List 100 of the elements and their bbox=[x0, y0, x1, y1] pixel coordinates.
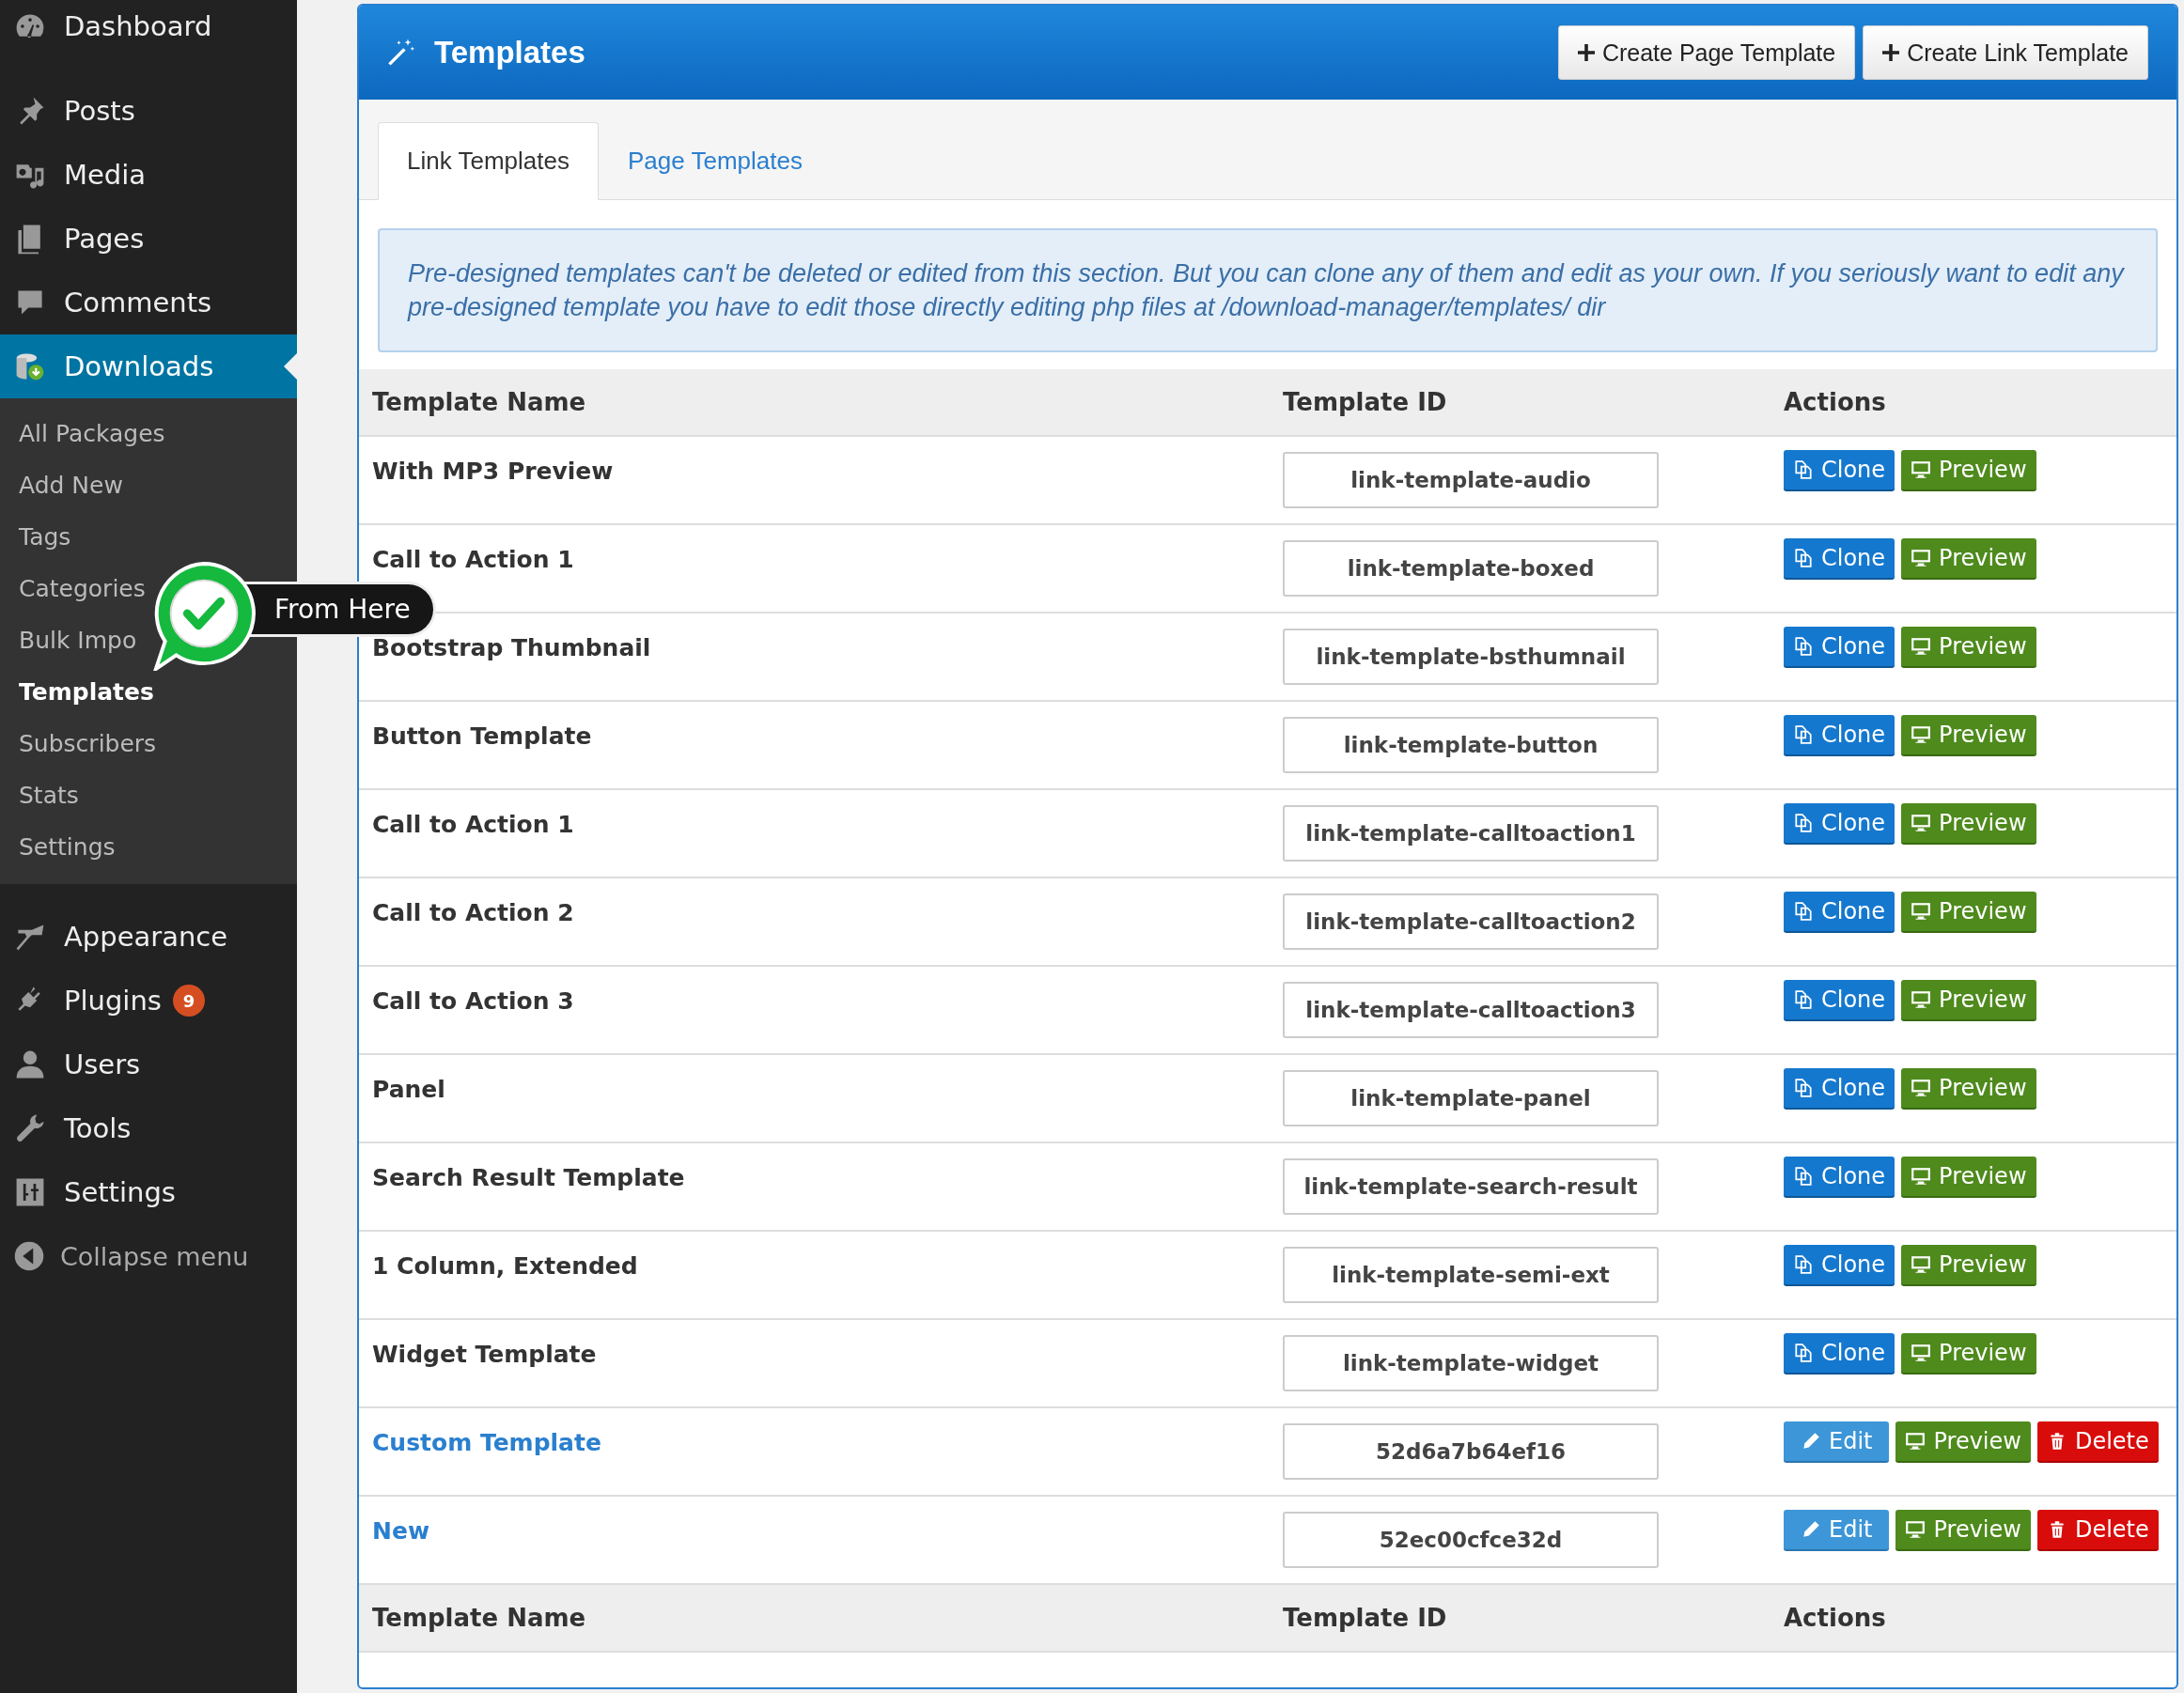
template-name: Call to Action 2 bbox=[372, 899, 574, 926]
clone-button[interactable]: Clone bbox=[1784, 538, 1895, 580]
template-name: Call to Action 3 bbox=[372, 987, 574, 1015]
menu-label: Settings bbox=[64, 1176, 176, 1208]
menu-label: Users bbox=[64, 1048, 141, 1080]
clone-button[interactable]: Clone bbox=[1784, 1068, 1895, 1110]
clone-button[interactable]: Clone bbox=[1784, 803, 1895, 845]
submenu-item[interactable]: Settings bbox=[19, 821, 116, 873]
submenu-item[interactable]: Templates bbox=[19, 666, 154, 718]
submenu-item[interactable]: Categories bbox=[19, 563, 146, 614]
preview-button[interactable]: Preview bbox=[1901, 627, 2036, 668]
menu-item[interactable]: Plugins 9 bbox=[0, 969, 297, 1033]
submenu-item[interactable]: Stats bbox=[19, 769, 79, 821]
copy-icon bbox=[1793, 813, 1814, 833]
pencil-icon bbox=[1801, 1519, 1821, 1540]
copy-icon bbox=[1793, 548, 1814, 568]
copy-icon bbox=[1793, 724, 1814, 745]
clone-button[interactable]: Clone bbox=[1784, 715, 1895, 756]
clone-button[interactable]: Clone bbox=[1784, 892, 1895, 933]
template-id-field[interactable]: link-template-button bbox=[1283, 717, 1659, 773]
template-id-field[interactable]: link-template-panel bbox=[1283, 1070, 1659, 1126]
monitor-icon bbox=[1911, 1166, 1932, 1187]
preview-button[interactable]: Preview bbox=[1901, 538, 2036, 580]
preview-button[interactable]: Preview bbox=[1901, 1245, 2036, 1286]
template-name: Panel bbox=[372, 1076, 445, 1103]
template-name-link[interactable]: New bbox=[372, 1517, 429, 1545]
submenu-item[interactable]: Bulk Impo bbox=[19, 614, 137, 666]
menu-item[interactable]: Settings bbox=[0, 1160, 297, 1224]
submenu-item[interactable]: All Packages bbox=[19, 408, 165, 459]
clone-button[interactable]: Clone bbox=[1784, 1333, 1895, 1375]
clone-button[interactable]: Clone bbox=[1784, 980, 1895, 1021]
template-name: Button Template bbox=[372, 722, 592, 750]
preview-button[interactable]: Preview bbox=[1895, 1421, 2031, 1463]
menu-label: Posts bbox=[64, 95, 135, 127]
column-header: Template ID bbox=[1282, 388, 1448, 416]
preview-button[interactable]: Preview bbox=[1901, 980, 2036, 1021]
clone-button[interactable]: Clone bbox=[1784, 1157, 1895, 1198]
preview-button[interactable]: Preview bbox=[1901, 715, 2036, 756]
template-name: 1 Column, Extended bbox=[372, 1252, 638, 1280]
template-id-field[interactable]: link-template-widget bbox=[1283, 1335, 1659, 1391]
template-id-field[interactable]: link-template-calltoaction2 bbox=[1283, 893, 1659, 950]
preview-button[interactable]: Preview bbox=[1895, 1510, 2031, 1551]
panel-title: Templates bbox=[434, 35, 585, 70]
collapse-menu-button[interactable]: Collapse menu bbox=[0, 1224, 297, 1288]
menu-item[interactable]: Pages bbox=[0, 207, 297, 271]
monitor-icon bbox=[1911, 548, 1932, 568]
plus-icon bbox=[1577, 44, 1595, 61]
create-template-button[interactable]: Create Link Template bbox=[1863, 25, 2148, 80]
copy-icon bbox=[1793, 1254, 1814, 1275]
template-id-field[interactable]: link-template-audio bbox=[1283, 452, 1659, 508]
menu-item[interactable]: Comments bbox=[0, 271, 297, 334]
preview-button[interactable]: Preview bbox=[1901, 1333, 2036, 1375]
create-template-button[interactable]: Create Page Template bbox=[1557, 25, 1856, 80]
copy-icon bbox=[1793, 1166, 1814, 1187]
template-name: Call to Action 1 bbox=[372, 811, 574, 838]
template-name: Search Result Template bbox=[372, 1164, 685, 1191]
template-name-link[interactable]: Custom Template bbox=[372, 1429, 601, 1456]
copy-icon bbox=[1793, 901, 1814, 922]
clone-button[interactable]: Clone bbox=[1784, 1245, 1895, 1286]
menu-item[interactable]: Tools bbox=[0, 1096, 297, 1160]
template-name: Call to Action 1 bbox=[372, 546, 574, 573]
monitor-icon bbox=[1911, 459, 1932, 480]
template-id-field[interactable]: link-template-calltoaction1 bbox=[1283, 805, 1659, 862]
tab[interactable]: Page Templates bbox=[598, 122, 832, 200]
column-header: Template Name bbox=[371, 1604, 587, 1632]
menu-item[interactable]: Media bbox=[0, 143, 297, 207]
preview-button[interactable]: Preview bbox=[1901, 1157, 2036, 1198]
submenu-item[interactable]: Tags bbox=[19, 511, 71, 563]
menu-item[interactable]: Appearance bbox=[0, 905, 297, 969]
template-id-field[interactable]: link-template-boxed bbox=[1283, 540, 1659, 597]
menu-item[interactable]: Users bbox=[0, 1033, 297, 1096]
clone-button[interactable]: Clone bbox=[1784, 627, 1895, 668]
preview-button[interactable]: Preview bbox=[1901, 803, 2036, 845]
preview-button[interactable]: Preview bbox=[1901, 450, 2036, 491]
current-pointer-icon bbox=[284, 353, 297, 380]
menu-item[interactable]: Posts bbox=[0, 79, 297, 143]
template-name: Bootstrap Thumbnail bbox=[372, 634, 651, 661]
tab[interactable]: Link Templates bbox=[378, 122, 599, 200]
monitor-icon bbox=[1911, 1254, 1932, 1275]
template-id-field[interactable]: 52d6a7b64ef16 bbox=[1283, 1423, 1659, 1480]
template-id-field[interactable]: link-template-search-result bbox=[1283, 1158, 1659, 1215]
submenu-item[interactable]: Subscribers bbox=[19, 718, 157, 769]
preview-button[interactable]: Preview bbox=[1901, 892, 2036, 933]
menu-label: Downloads bbox=[64, 350, 214, 382]
preview-button[interactable]: Preview bbox=[1901, 1068, 2036, 1110]
menu-item[interactable]: Dashboard bbox=[0, 0, 297, 58]
clone-button[interactable]: Clone bbox=[1784, 450, 1895, 491]
menu-label: Tools bbox=[64, 1112, 132, 1144]
delete-button[interactable]: Delete bbox=[2036, 1510, 2159, 1551]
template-id-field[interactable]: link-template-semi-ext bbox=[1283, 1247, 1659, 1303]
menu-item[interactable]: Downloads bbox=[0, 334, 297, 398]
copy-icon bbox=[1793, 459, 1814, 480]
template-id-field[interactable]: link-template-bsthumnail bbox=[1283, 629, 1659, 685]
template-id-field[interactable]: 52ec00cfce32d bbox=[1283, 1512, 1659, 1568]
monitor-icon bbox=[1911, 724, 1932, 745]
menu-label: Comments bbox=[64, 287, 212, 318]
submenu-item[interactable]: Add New bbox=[19, 459, 123, 511]
delete-button[interactable]: Delete bbox=[2036, 1421, 2159, 1463]
template-id-field[interactable]: link-template-calltoaction3 bbox=[1283, 982, 1659, 1038]
menu-label: Pages bbox=[64, 223, 145, 255]
